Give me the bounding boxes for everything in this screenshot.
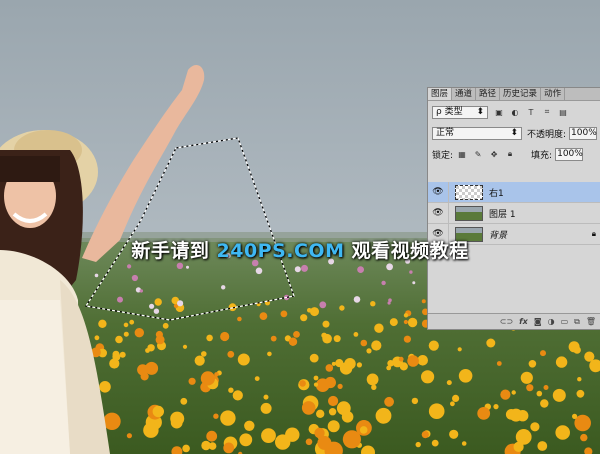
mask-icon[interactable]: ◙ <box>534 317 542 326</box>
tab-layers[interactable]: 图层 <box>428 88 453 100</box>
new-layer-icon[interactable]: ⧉ <box>574 317 580 327</box>
opacity-label: 不透明度: <box>527 129 567 140</box>
layer-row[interactable]: 👁︎ 图层 1 <box>428 203 600 224</box>
lock-all-icon[interactable]: 🔒︎ <box>505 149 515 159</box>
eye-icon[interactable]: 👁︎ <box>428 182 449 202</box>
watermark-text: 新手请到 240PS.COM 观看视频教程 <box>0 236 600 263</box>
lock-transparency-icon[interactable]: ▦ <box>457 149 467 159</box>
layer-row[interactable]: 👁︎ 右1 <box>428 182 600 203</box>
adjustment-icon[interactable]: ◑ <box>548 317 555 326</box>
shape-filter-icon[interactable]: ⌗ <box>542 107 552 117</box>
fx-icon[interactable]: fx <box>519 317 528 326</box>
lock-label: 锁定: <box>432 150 454 161</box>
trash-icon[interactable]: 🗑︎ <box>586 317 596 326</box>
watermark-after: 观看视频教程 <box>344 240 469 262</box>
tab-channels[interactable]: 通道 <box>452 88 477 100</box>
fill-label: 填充: <box>531 150 553 161</box>
watermark-site: 240PS.COM <box>216 240 345 262</box>
filter-label: ρ 类型 <box>436 106 463 117</box>
opacity-input[interactable]: 100% <box>569 126 598 140</box>
lock-position-icon[interactable]: ✥ <box>489 149 499 159</box>
layers-panel: 图层 通道 路径 历史记录 动作 ρ 类型 ⬍ ▣ ◐ T ⌗ ▤ 正常 ⬍ 不… <box>427 87 600 330</box>
chevron-down-icon: ⬍ <box>510 127 518 138</box>
chevron-down-icon: ⬍ <box>476 106 484 117</box>
tab-paths[interactable]: 路径 <box>476 88 501 100</box>
watermark-before: 新手请到 <box>131 240 217 262</box>
link-icon[interactable]: ⊂⊃ <box>500 317 513 326</box>
layer-thumbnail <box>455 205 483 221</box>
panel-footer: ⊂⊃ fx ◙ ◑ ▭ ⧉ 🗑︎ <box>428 313 600 329</box>
tab-history[interactable]: 历史记录 <box>500 88 542 100</box>
fill-input[interactable]: 100% <box>555 147 584 161</box>
text-filter-icon[interactable]: T <box>526 107 536 117</box>
blend-mode-value: 正常 <box>436 127 455 138</box>
panel-tabs: 图层 通道 路径 历史记录 动作 <box>428 88 600 101</box>
fill-value: 100% <box>557 148 583 159</box>
image-filter-icon[interactable]: ▣ <box>494 107 504 117</box>
smart-object-filter-icon[interactable]: ▤ <box>558 107 568 117</box>
lock-paint-icon[interactable]: ✎ <box>473 149 483 159</box>
layer-name: 图层 1 <box>489 209 516 220</box>
eye-icon[interactable]: 👁︎ <box>428 203 449 223</box>
layer-thumbnail <box>455 184 483 200</box>
layer-name: 右1 <box>489 188 504 199</box>
layer-filter-dropdown[interactable]: ρ 类型 ⬍ <box>432 105 488 119</box>
group-icon[interactable]: ▭ <box>561 317 569 326</box>
adjustment-filter-icon[interactable]: ◐ <box>510 107 520 117</box>
opacity-value: 100% <box>571 127 597 138</box>
blend-mode-dropdown[interactable]: 正常 ⬍ <box>432 126 522 140</box>
tab-actions[interactable]: 动作 <box>541 88 566 100</box>
